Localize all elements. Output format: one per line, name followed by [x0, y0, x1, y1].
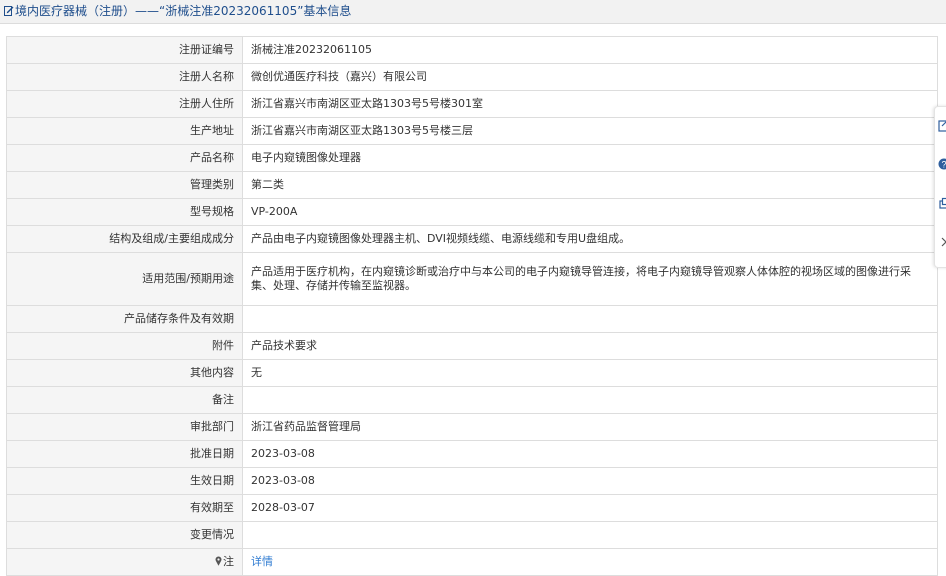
- row-label: 产品储存条件及有效期: [7, 306, 243, 333]
- table-row: 注册证编号 浙械注准20232061105: [7, 37, 938, 64]
- table-row: 有效期至 2028-03-07: [7, 495, 938, 522]
- row-value: 浙江省嘉兴市南湖区亚太路1303号5号楼三层: [243, 118, 938, 145]
- row-label: 结构及组成/主要组成成分: [7, 226, 243, 253]
- row-label: 生产地址: [7, 118, 243, 145]
- row-value: 2028-03-07: [243, 495, 938, 522]
- table-row: 其他内容 无: [7, 360, 938, 387]
- row-label: 管理类别: [7, 172, 243, 199]
- table-row: 注册人住所 浙江省嘉兴市南湖区亚太路1303号5号楼301室: [7, 91, 938, 118]
- table-row: 注册人名称 微创优通医疗科技（嘉兴）有限公司: [7, 64, 938, 91]
- info-table: 注册证编号 浙械注准20232061105 注册人名称 微创优通医疗科技（嘉兴）…: [6, 36, 938, 576]
- row-label: 批准日期: [7, 441, 243, 468]
- row-label: 其他内容: [7, 360, 243, 387]
- row-value: 电子内窥镜图像处理器: [243, 145, 938, 172]
- table-row: 结构及组成/主要组成成分 产品由电子内窥镜图像处理器主机、DVI视频线缆、电源线…: [7, 226, 938, 253]
- edit-icon: [4, 4, 14, 15]
- row-value: 无: [243, 360, 938, 387]
- row-label: 生效日期: [7, 468, 243, 495]
- row-value: 产品技术要求: [243, 333, 938, 360]
- row-label: 注册人名称: [7, 64, 243, 91]
- row-value: 浙江省嘉兴市南湖区亚太路1303号5号楼301室: [243, 91, 938, 118]
- row-label: 有效期至: [7, 495, 243, 522]
- side-toolbar: ?: [934, 106, 946, 268]
- page-title-wrapper: 境内医疗器械（注册）——“浙械注准20232061105”基本信息: [4, 3, 351, 19]
- table-row: 附件 产品技术要求: [7, 333, 938, 360]
- collapse-icon[interactable]: [938, 235, 946, 249]
- row-value: 2023-03-08: [243, 468, 938, 495]
- table-row: 型号规格 VP-200A: [7, 199, 938, 226]
- help-icon[interactable]: ?: [938, 157, 946, 171]
- page-title: 境内医疗器械（注册）——“浙械注准20232061105”基本信息: [15, 4, 351, 18]
- table-row: 备注: [7, 387, 938, 414]
- note-value-cell: 详情: [243, 549, 938, 576]
- row-label: 产品名称: [7, 145, 243, 172]
- row-label: 备注: [7, 387, 243, 414]
- row-value: 产品适用于医疗机构，在内窥镜诊断或治疗中与本公司的电子内窥镜导管连接，将电子内窥…: [243, 253, 938, 306]
- row-label: 适用范围/预期用途: [7, 253, 243, 306]
- row-value: [243, 522, 938, 549]
- title-bar: 境内医疗器械（注册）——“浙械注准20232061105”基本信息: [0, 0, 946, 24]
- row-label: 变更情况: [7, 522, 243, 549]
- note-label: 注: [223, 555, 234, 568]
- share-icon[interactable]: [938, 197, 946, 211]
- table-row: 注 详情: [7, 549, 938, 576]
- row-value: 产品由电子内窥镜图像处理器主机、DVI视频线缆、电源线缆和专用U盘组成。: [243, 226, 938, 253]
- row-value: 2023-03-08: [243, 441, 938, 468]
- table-row: 变更情况: [7, 522, 938, 549]
- table-row: 产品储存条件及有效期: [7, 306, 938, 333]
- table-row: 生产地址 浙江省嘉兴市南湖区亚太路1303号5号楼三层: [7, 118, 938, 145]
- row-value: VP-200A: [243, 199, 938, 226]
- row-value: [243, 306, 938, 333]
- row-label: 注册人住所: [7, 91, 243, 118]
- row-label: 审批部门: [7, 414, 243, 441]
- details-link[interactable]: 详情: [251, 555, 273, 568]
- svg-text:?: ?: [941, 160, 946, 170]
- feedback-icon[interactable]: [938, 119, 946, 133]
- row-label: 注册证编号: [7, 37, 243, 64]
- table-row: 批准日期 2023-03-08: [7, 441, 938, 468]
- row-label: 型号规格: [7, 199, 243, 226]
- table-row: 产品名称 电子内窥镜图像处理器: [7, 145, 938, 172]
- row-value: 浙江省药品监督管理局: [243, 414, 938, 441]
- row-value: 第二类: [243, 172, 938, 199]
- note-label-cell: 注: [7, 549, 243, 576]
- table-row: 适用范围/预期用途 产品适用于医疗机构，在内窥镜诊断或治疗中与本公司的电子内窥镜…: [7, 253, 938, 306]
- row-label: 附件: [7, 333, 243, 360]
- row-value: 微创优通医疗科技（嘉兴）有限公司: [243, 64, 938, 91]
- row-value: [243, 387, 938, 414]
- table-row: 审批部门 浙江省药品监督管理局: [7, 414, 938, 441]
- table-row: 管理类别 第二类: [7, 172, 938, 199]
- row-value: 浙械注准20232061105: [243, 37, 938, 64]
- pin-icon: [215, 556, 222, 566]
- table-row: 生效日期 2023-03-08: [7, 468, 938, 495]
